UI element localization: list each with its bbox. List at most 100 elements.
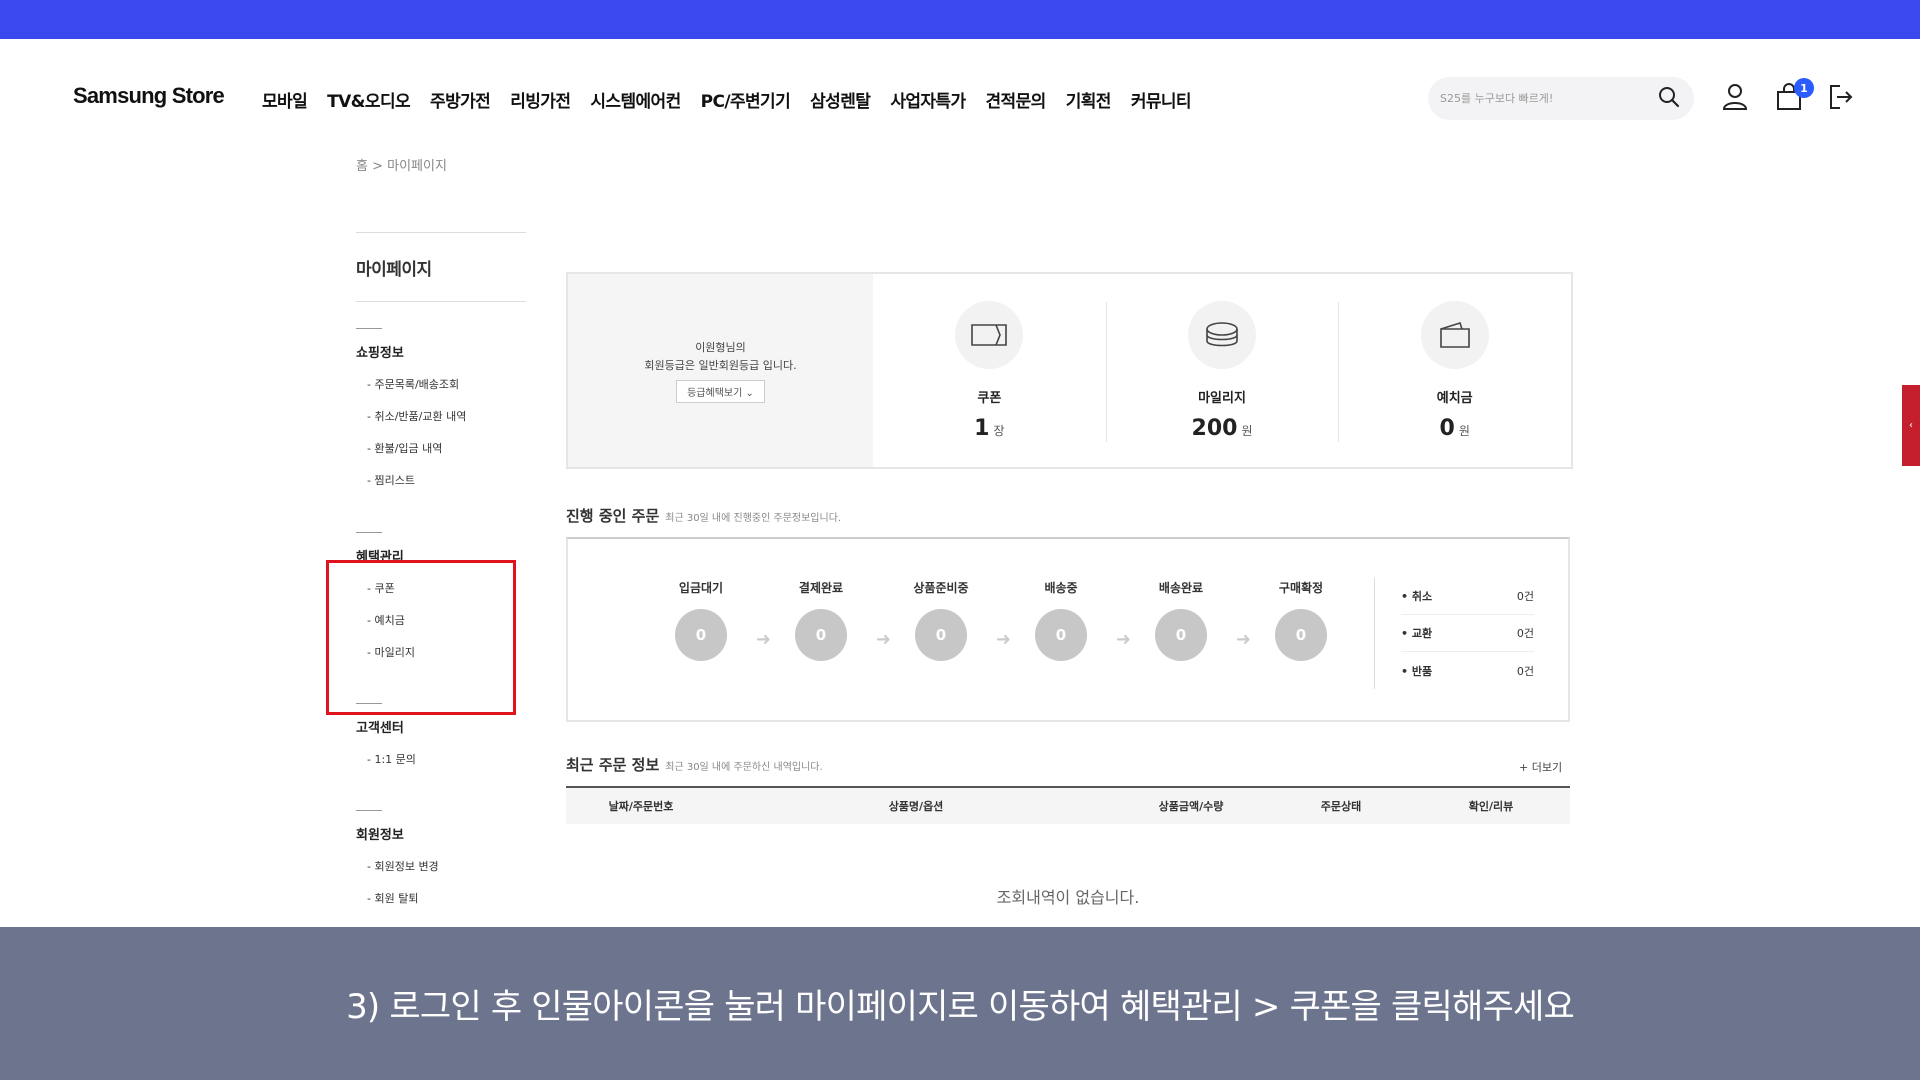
grade-panel: 이원형님의 회원등급은 일반회원등급 입니다. 등급혜택보기 ⌄ [568, 274, 873, 467]
search-input[interactable] [1440, 92, 1658, 105]
search-icon[interactable] [1658, 86, 1680, 112]
stat-value: 200 원 [1192, 416, 1253, 441]
side-stat-name: • 취소 [1401, 590, 1433, 603]
sidebar-title: 마이페이지 [356, 232, 526, 302]
instruction-caption: 3) 로그인 후 인물아이콘을 눌러 마이페이지로 이동하여 혜택관리 > 쿠폰… [346, 987, 1575, 1027]
sidebar-item-returns[interactable]: - 취소/반품/교환 내역 [367, 410, 526, 442]
step-label: 배송중 [1044, 581, 1078, 595]
search-box [1428, 77, 1694, 120]
step-count: 0 [795, 609, 847, 661]
nav-item-tv-audio[interactable]: TV&오디오 [327, 87, 411, 112]
step-count: 0 [675, 609, 727, 661]
stat-label: 예치금 [1436, 391, 1473, 406]
user-icon[interactable] [1722, 83, 1748, 111]
step-count: 0 [915, 609, 967, 661]
mileage-icon [1188, 301, 1256, 369]
group-title: 회원정보 [356, 828, 404, 843]
grade-user-line: 이원형님의 [695, 340, 746, 354]
group-title: 쇼핑정보 [356, 346, 404, 361]
nav-item-kitchen[interactable]: 주방가전 [430, 87, 491, 112]
sidebar-group-member: 회원정보 - 회원정보 변경 - 회원 탈퇴 [356, 810, 526, 924]
section-subtitle: 최근 30일 내에 진행중인 주문정보입니다. [665, 513, 842, 524]
stat-unit: 원 [1458, 424, 1470, 438]
group-divider [356, 532, 382, 533]
store-logo[interactable]: Samsung Store [73, 83, 225, 109]
step-label: 입금대기 [678, 581, 724, 595]
wallet-icon [1420, 301, 1489, 369]
sidebar-item-withdraw[interactable]: - 회원 탈퇴 [367, 892, 526, 924]
sidebar-item-wishlist[interactable]: - 찜리스트 [367, 474, 526, 506]
side-stat-count: 0건 [1516, 590, 1534, 603]
step-confirmed[interactable]: 구매확정 0 [1241, 579, 1361, 661]
stat-coupon[interactable]: 쿠폰 1 장 [873, 274, 1106, 467]
stat-label: 마일리지 [1198, 391, 1246, 406]
group-divider [356, 328, 382, 329]
group-title: 고객센터 [356, 721, 404, 736]
benefits-highlight-box [326, 560, 516, 715]
side-stat-exchange[interactable]: • 교환 0건 [1401, 615, 1534, 652]
step-shipping[interactable]: 배송중 0 ➜ [1001, 579, 1131, 661]
sidebar-item-refunds[interactable]: - 환불/입금 내역 [367, 442, 526, 474]
stat-label: 쿠폰 [977, 391, 1002, 406]
nav-item-aircon[interactable]: 시스템에어컨 [590, 87, 681, 112]
step-label: 결제완료 [798, 581, 844, 595]
order-side-stats: • 취소 0건 • 교환 0건 • 반품 0건 [1374, 578, 1534, 689]
nav-item-pc[interactable]: PC/주변기기 [701, 87, 791, 112]
column-header: 상품명/옵션 [888, 800, 944, 813]
step-label: 배송완료 [1158, 581, 1204, 595]
coupon-icon [955, 301, 1024, 369]
column-header: 확인/리뷰 [1468, 800, 1514, 813]
step-delivered[interactable]: 배송완료 0 ➜ [1121, 579, 1251, 661]
nav-item-mobile[interactable]: 모바일 [262, 87, 308, 112]
sidebar-item-orders[interactable]: - 주문목록/배송조회 [367, 378, 526, 410]
sidebar-item-edit-profile[interactable]: - 회원정보 변경 [367, 860, 526, 892]
nav-item-quote[interactable]: 견적문의 [986, 87, 1047, 112]
breadcrumb: 홈 > 마이페이지 [356, 159, 447, 174]
group-divider [356, 810, 382, 811]
main-nav: 모바일 TV&오디오 주방가전 리빙가전 시스템에어컨 PC/주변기기 삼성렌탈… [262, 87, 1192, 112]
summary-stats: 쿠폰 1 장 마일리지 200 원 예치금 0 원 [873, 274, 1571, 467]
top-accent-bar [0, 0, 1920, 39]
section-title: 진행 중인 주문 [566, 507, 660, 525]
side-collapse-tab[interactable]: ‹ [1902, 385, 1920, 466]
step-count: 0 [1155, 609, 1207, 661]
column-header: 상품금액/수량 [1158, 800, 1224, 813]
nav-item-business[interactable]: 사업자특가 [890, 87, 966, 112]
stat-deposit[interactable]: 예치금 0 원 [1338, 274, 1571, 467]
store-page: Samsung Store 모바일 TV&오디오 주방가전 리빙가전 시스템에어… [0, 39, 1920, 927]
nav-item-community[interactable]: 커뮤니티 [1131, 87, 1192, 112]
sidebar-group-support: 고객센터 - 1:1 문의 [356, 703, 526, 785]
cart-count-badge: 1 [1794, 78, 1814, 98]
logout-icon[interactable] [1828, 83, 1854, 111]
nav-item-rental[interactable]: 삼성렌탈 [810, 87, 871, 112]
side-stat-cancel[interactable]: • 취소 0건 [1401, 578, 1534, 615]
step-preparing[interactable]: 상품준비중 0 ➜ [881, 579, 1011, 661]
step-count: 0 [1035, 609, 1087, 661]
grade-benefits-button[interactable]: 등급혜택보기 ⌄ [676, 379, 765, 403]
mypage-sidebar: 마이페이지 쇼핑정보 - 주문목록/배송조회 - 취소/반품/교환 내역 - 환… [356, 232, 526, 905]
stat-number: 200 [1191, 416, 1238, 441]
instruction-caption-bar: 3) 로그인 후 인물아이콘을 눌러 마이페이지로 이동하여 혜택관리 > 쿠폰… [0, 927, 1920, 1080]
stat-unit: 원 [1241, 424, 1253, 438]
side-stat-return[interactable]: • 반품 0건 [1401, 652, 1534, 689]
stat-number: 1 [974, 416, 990, 441]
side-stat-name: • 교환 [1401, 627, 1433, 640]
column-header: 주문상태 [1320, 800, 1362, 813]
step-paid[interactable]: 결제완료 0 ➜ [761, 579, 891, 661]
stat-mileage[interactable]: 마일리지 200 원 [1105, 274, 1339, 467]
stat-number: 0 [1439, 416, 1455, 441]
side-stat-count: 0건 [1516, 664, 1534, 678]
table-header: 날짜/주문번호 상품명/옵션 상품금액/수량 주문상태 확인/리뷰 [566, 786, 1570, 824]
nav-item-living[interactable]: 리빙가전 [510, 87, 571, 112]
step-label: 상품준비중 [913, 581, 969, 595]
sidebar-item-inquiry[interactable]: - 1:1 문의 [367, 753, 526, 785]
section-subtitle: 최근 30일 내에 주문하신 내역입니다. [665, 762, 823, 773]
empty-message: 조회내역이 없습니다. [996, 888, 1140, 907]
step-awaiting-payment[interactable]: 입금대기 0 ➜ [641, 579, 771, 661]
stat-value: 0 원 [1440, 416, 1470, 441]
more-link[interactable]: + 더보기 [1519, 759, 1562, 775]
orders-progress-panel: 입금대기 0 ➜ 결제완료 0 ➜ 상품준비중 0 ➜ 배송중 0 ➜ 배송완료 [566, 537, 1570, 722]
step-label: 구매확정 [1278, 581, 1324, 595]
nav-item-promotion[interactable]: 기획전 [1066, 87, 1112, 112]
sidebar-group-shopping: 쇼핑정보 - 주문목록/배송조회 - 취소/반품/교환 내역 - 환불/입금 내… [356, 328, 526, 506]
